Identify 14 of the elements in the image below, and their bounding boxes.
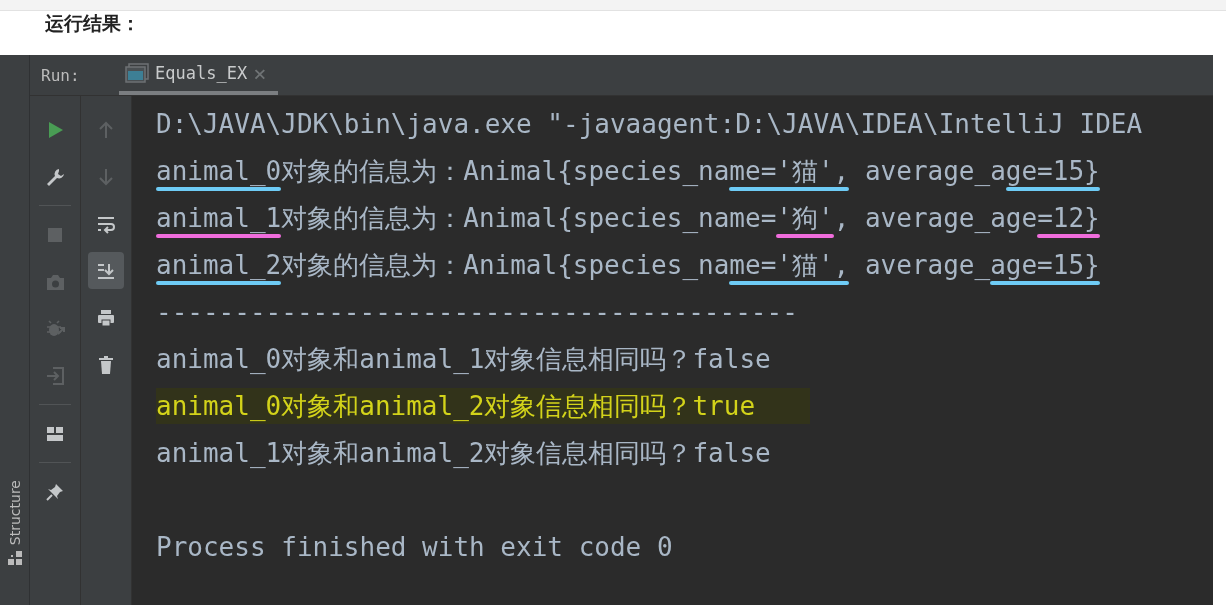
console-line: animal_1对象的信息为：Animal{species_name='狗', average_age=12} — [156, 201, 1100, 235]
run-label: Run: — [40, 65, 81, 85]
console-line: animal_0对象和animal_1对象信息相同吗？false — [156, 342, 771, 376]
console-icon — [125, 63, 149, 83]
console-line: ----------------------------------------- — [156, 295, 798, 329]
console-line: animal_0对象的信息为：Animal{species_name='猫', average_age=15} — [156, 154, 1100, 188]
console-line: animal_2对象的信息为：Animal{species_name='猫', average_age=15} — [156, 248, 1100, 282]
page-heading: 运行结果： — [44, 11, 141, 36]
scroll-to-end-icon[interactable] — [88, 252, 124, 289]
console-line: Process finished with exit code 0 — [156, 530, 673, 564]
console-line: animal_1对象和animal_2对象信息相同吗？false — [156, 436, 771, 470]
console-line: D:\JAVA\JDK\bin\java.exe "-javaagent:D:\JAVA\IDEA\IntelliJ IDEA — [156, 107, 1143, 141]
structure-tab[interactable]: Structure — [6, 479, 23, 545]
structure-icon — [7, 551, 22, 565]
